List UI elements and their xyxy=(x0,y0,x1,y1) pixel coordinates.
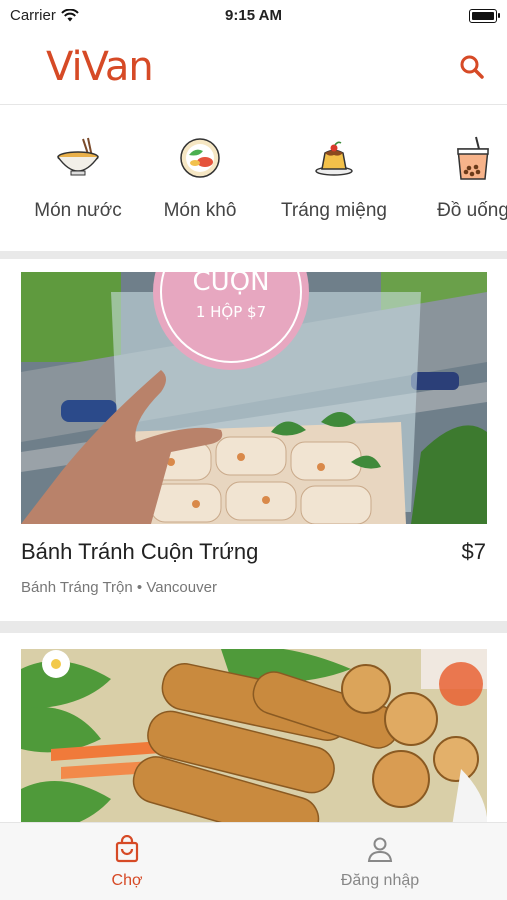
category-do-uong[interactable]: Đồ uống xyxy=(428,135,507,222)
app-header: ViVan xyxy=(0,32,507,105)
listing-photo xyxy=(21,649,487,833)
tab-label: Chợ xyxy=(111,872,143,889)
seller-name: Bánh Tráng Trộn xyxy=(21,579,133,596)
listing-price: $7 xyxy=(461,539,486,564)
noodle-bowl-icon xyxy=(57,137,99,176)
egg-roll-photo xyxy=(21,649,487,833)
listing-title[interactable]: Bánh Tránh Cuộn Trứng xyxy=(21,539,258,565)
spring-roll-photo: CUỘN 1 HỘP $7 xyxy=(21,272,487,524)
section-divider xyxy=(0,621,507,633)
pudding-icon xyxy=(315,141,353,176)
photo-label-line2: 1 HỘP $7 xyxy=(196,302,266,321)
category-list: Món nước Món khô Tráng miệng Đồ uống xyxy=(0,105,507,251)
category-label: Tráng miệng xyxy=(281,200,387,221)
user-icon xyxy=(367,837,393,862)
rice-plate-icon xyxy=(180,138,220,178)
meta-separator: • xyxy=(136,579,143,596)
category-trang-mieng[interactable]: Tráng miệng xyxy=(276,135,392,222)
category-label: Món khô xyxy=(163,200,237,221)
battery-icon xyxy=(469,9,500,23)
listing-card[interactable]: CUỘN 1 HỘP $7 Bánh Tránh Cuộn Trứng $7 B… xyxy=(0,259,507,621)
category-label: Món nước xyxy=(34,200,122,221)
category-label: Đồ uống xyxy=(437,200,507,221)
status-bar: Carrier 9:15 AM xyxy=(0,0,507,32)
tab-label: Đăng nhập xyxy=(340,872,420,889)
tab-dang-nhap[interactable]: Đăng nhập xyxy=(310,835,450,890)
listing-card[interactable] xyxy=(0,633,507,833)
category-mon-nuoc[interactable]: Món nước xyxy=(32,135,124,222)
status-time: 9:15 AM xyxy=(225,7,282,24)
search-icon[interactable] xyxy=(459,54,485,80)
bubble-tea-icon xyxy=(457,136,489,180)
photo-label-line1: CUỘN xyxy=(192,272,269,297)
category-mon-kho[interactable]: Món khô xyxy=(158,135,242,222)
tab-cho[interactable]: Chợ xyxy=(57,834,197,890)
tab-bar: Chợ Đăng nhập xyxy=(0,822,507,900)
section-divider xyxy=(0,251,507,259)
app-logo[interactable]: ViVan xyxy=(46,44,154,90)
shopping-bag-icon xyxy=(115,834,139,863)
listing-photo: CUỘN 1 HỘP $7 xyxy=(21,272,487,524)
listing-location: Vancouver xyxy=(146,579,217,596)
listing-meta: Bánh Tráng Trộn • Vancouver xyxy=(21,579,217,596)
